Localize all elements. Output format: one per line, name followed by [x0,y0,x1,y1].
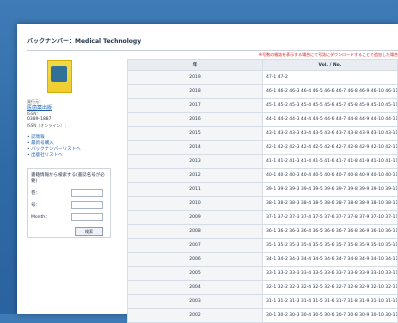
year-cell: 2012 [127,168,263,183]
table-row: 2012 40-1 40-2 40-3 40-4 40-5 40-6 40-7 4… [127,168,398,183]
year-cell: 2011 [127,182,263,197]
table-row: 2008 36-1 36-2 36-3 36-4 36-5 36-6 36-7 3… [127,224,398,239]
table-body: 2019 47-1 47-2 2018 46-1 46-2 46-3 46-4 46-… [127,70,398,323]
table-row: 2003 31-1 31-2 31-3 31-4 31-5 31-6 31-7 3… [127,294,398,309]
year-cell: 2017 [127,98,263,113]
vol-no-cell[interactable]: 44-1 44-2 44-3 44-4 44-5 44-6 44-7 44-8 … [262,112,398,127]
vol-no-cell[interactable]: 40-1 40-2 40-3 40-4 40-5 40-6 40-7 40-8 … [262,168,398,183]
table-row: 2002 30-1 30-2 30-3 30-4 30-5 30-6 30-7 3… [127,308,398,323]
form-row-volume: 巻： [31,189,107,197]
vol-no-cell[interactable]: 42-1 42-2 42-3 42-4 42-5 42-6 42-7 42-8 … [262,140,398,155]
journal-cover-image [47,60,72,93]
table-row: 2015 43-1 43-2 43-3 43-4 43-5 43-6 43-7 4… [127,126,398,141]
page-title: バックナンバー：Medical Technology [27,34,398,51]
volume-input[interactable] [71,189,103,197]
number-input[interactable] [71,201,103,209]
year-cell: 2015 [127,126,263,141]
year-cell: 2009 [127,210,263,225]
backnumber-table: 年 Vol. / No. 2019 47-1 47-2 2018 46-1 46-2 … [127,59,398,323]
table-row: 2011 39-1 39-2 39-3 39-4 39-5 39-6 39-7 3… [127,182,398,197]
vol-no-cell[interactable]: 36-1 36-2 36-3 36-4 36-5 36-6 36-7 36-8 … [262,224,398,239]
form-row-number: 号： [31,201,107,209]
year-cell: 2002 [127,308,263,323]
sidebar: 発行元： 医歯薬出版 ISSN： 0389-1887 ISSN（オンライン）： … [27,56,113,316]
table-row: 2007 35-1 35-2 35-3 35-4 35-5 35-6 35-7 3… [127,238,398,253]
year-cell: 2003 [127,294,263,309]
year-cell: 2006 [127,252,263,267]
table-head: 年 Vol. / No. [127,59,398,71]
form-row-month: Month： [31,213,107,221]
table-row: 2006 34-1 34-2 34-3 34-4 34-5 34-6 34-7 3… [127,252,398,267]
number-label: 号： [31,203,40,208]
year-cell: 2010 [127,196,263,211]
vol-no-cell[interactable]: 32-1 32-2 32-3 32-4 32-5 32-6 32-7 32-8 … [262,280,398,295]
journal-meta: 発行元： 医歯薬出版 ISSN： 0389-1887 ISSN（オンライン）： [27,99,113,129]
top-banner-title [0,0,398,24]
vol-no-cell[interactable]: 39-1 39-2 39-3 39-4 39-5 39-6 39-7 39-8 … [262,182,398,197]
vol-no-cell[interactable]: 43-1 43-2 43-3 43-4 43-5 43-6 43-7 43-8 … [262,126,398,141]
table-header-row: 年 Vol. / No. [127,59,398,71]
vol-no-cell[interactable]: 35-1 35-2 35-3 35-4 35-5 35-6 35-7 35-8 … [262,238,398,253]
year-cell: 2019 [127,70,263,85]
year-cell: 2007 [127,238,263,253]
table-row: 2019 47-1 47-2 [127,70,398,85]
year-cell: 2004 [127,280,263,295]
vol-no-cell[interactable]: 41-1 41-2 41-3 41-4 41-5 41-6 41-7 41-8 … [262,154,398,169]
vol-no-cell[interactable]: 46-1 46-2 46-3 46-4 46-5 46-6 46-7 46-8 … [262,84,398,99]
year-cell: 2005 [127,266,263,281]
vol-no-cell[interactable]: 47-1 47-2 [262,70,398,85]
year-cell: 2014 [127,140,263,155]
table-row: 2005 33-1 33-2 33-3 33-4 33-5 33-6 33-7 3… [127,266,398,281]
backnumber-page: バックナンバー：Medical Technology 発行元： 医歯薬出版 IS… [17,24,398,323]
search-form-title: 書籍情報から検索する(書誌名号が必要) [31,173,105,184]
table-row: 2009 37-1 37-2 37-3 37-4 37-5 37-6 37-7 3… [127,210,398,225]
year-cell: 2008 [127,224,263,239]
header-year: 年 [127,59,263,71]
table-row: 2004 32-1 32-2 32-3 32-4 32-5 32-6 32-7 3… [127,280,398,295]
month-label: Month： [31,215,50,220]
table-row: 2017 45-1 45-2 45-3 45-4 45-5 45-6 45-7 4… [127,98,398,113]
search-form: 書籍情報から検索する(書誌名号が必要) 巻： 号： Month： 検索 [27,168,111,238]
vol-no-cell[interactable]: 30-1 30-2 30-3 30-4 30-5 30-6 30-7 30-8 … [262,308,398,323]
table-row: 2010 38-1 38-2 38-3 38-4 38-5 38-6 38-7 3… [127,196,398,211]
vol-no-cell[interactable]: 38-1 38-2 38-3 38-4 38-5 38-6 38-7 38-8 … [262,196,398,211]
table-row: 2014 42-1 42-2 42-3 42-4 42-5 42-6 42-7 4… [127,140,398,155]
vol-no-cell[interactable]: 33-1 33-2 33-3 33-4 33-5 33-6 33-7 33-8 … [262,266,398,281]
download-note: ※号数の雑誌を表示する場合にて号誌にダウンロードすることで追加した場合 [258,52,398,57]
volume-label: 巻： [31,191,40,196]
sidebar-link-publisher-list[interactable]: 出版社リストへ [27,153,113,159]
year-cell: 2013 [127,154,263,169]
eissn-label: ISSN（オンライン）： [27,123,69,128]
vol-no-cell[interactable]: 37-1 37-2 37-3 37-4 37-5 37-6 37-7 37-8 … [262,210,398,225]
year-cell: 2018 [127,84,263,99]
vol-no-cell[interactable]: 45-1 45-2 45-3 45-4 45-5 45-6 45-7 45-8 … [262,98,398,113]
header-vol-no: Vol. / No. [262,59,398,71]
table-row: 2013 41-1 41-2 41-3 41-4 41-5 41-6 41-7 4… [127,154,398,169]
vol-no-cell[interactable]: 34-1 34-2 34-3 34-4 34-5 34-6 34-7 34-8 … [262,252,398,267]
year-cell: 2016 [127,112,263,127]
backnumber-content: ※号数の雑誌を表示する場合にて号誌にダウンロードすることで追加した場合 年 Vo… [127,52,398,323]
vol-no-cell[interactable]: 31-1 31-2 31-3 31-4 31-5 31-6 31-7 31-8 … [262,294,398,309]
month-input[interactable] [71,213,103,221]
table-row: 2016 44-1 44-2 44-3 44-4 44-5 44-6 44-7 4… [127,112,398,127]
sidebar-links: 誌情報 最新号購入 バックナンバーリストへ 出版社リストへ [27,135,113,159]
search-button[interactable]: 検索 [75,227,103,236]
table-row: 2018 46-1 46-2 46-3 46-4 46-5 46-6 46-7 4… [127,84,398,99]
